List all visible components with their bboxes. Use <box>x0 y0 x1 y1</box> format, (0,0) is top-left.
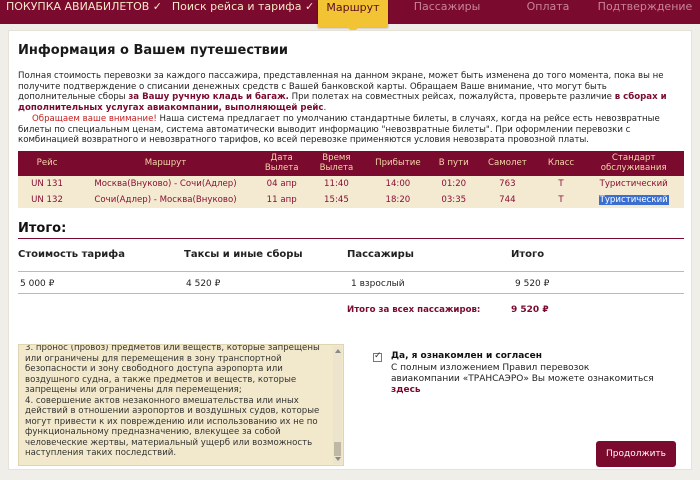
step-payment[interactable]: Оплата <box>506 0 590 24</box>
summary-passengers-header: Пассажиры <box>347 249 414 260</box>
flight-arrival: 14:00 <box>385 179 411 189</box>
flight-number: UN 131 <box>31 179 63 189</box>
flight-date: 11 апр <box>266 195 297 205</box>
col-date: Дата Вылета <box>264 153 299 173</box>
scroll-down-icon[interactable] <box>335 457 341 461</box>
summary-title: Итого: <box>18 221 67 236</box>
grand-total-label: Итого за всех пассажиров: <box>347 305 481 315</box>
agree-text-body: С полным изложением Правил перевозок ави… <box>391 363 654 384</box>
divider <box>18 293 684 294</box>
agree-text: С полным изложением Правил перевозок ави… <box>391 363 661 396</box>
summary-taxes-header: Таксы и иные сборы <box>184 249 303 260</box>
flight-route: Сочи(Адлер) - Москва(Внуково) <box>94 195 237 205</box>
scroll-thumb[interactable] <box>334 442 341 456</box>
rules-link[interactable]: здесь <box>391 385 421 395</box>
step-passengers[interactable]: Пассажиры <box>388 0 506 24</box>
col-service: Стандарт обслуживания <box>600 153 667 173</box>
carriage-rules-box[interactable]: 3. пронос (провоз) предметов или веществ… <box>18 344 344 466</box>
col-route: Маршрут <box>144 157 187 168</box>
col-arrival: Прибытие <box>375 157 421 168</box>
step-label: Маршрут <box>326 1 380 14</box>
flights-table: Рейс Маршрут Дата Вылета Время Вылета Пр… <box>18 151 684 208</box>
flight-number: UN 132 <box>31 195 63 205</box>
col-aircraft: Самолет <box>487 157 527 168</box>
flight-service: Туристический <box>583 192 684 208</box>
flight-time: 11:40 <box>324 179 349 189</box>
divider <box>18 238 684 239</box>
summary-total-value: 9 520 ₽ <box>515 279 550 289</box>
col-flight: Рейс <box>36 157 58 168</box>
page-title: Информация о Вашем путешествии <box>18 43 289 58</box>
flight-class: T <box>558 195 564 205</box>
scroll-up-icon[interactable] <box>335 349 341 353</box>
grand-total-value: 9 520 ₽ <box>511 305 549 315</box>
step-label: Поиск рейса и тарифа <box>171 0 302 13</box>
col-time: Время Вылета <box>319 153 354 173</box>
booking-steps-bar: ПОКУПКА АВИАБИЛЕТОВ ✓ Поиск рейса и тари… <box>0 0 700 33</box>
summary-taxes-value: 4 520 ₽ <box>186 279 221 289</box>
flight-class: T <box>558 179 564 189</box>
summary-fare-header: Стоимость тарифа <box>18 249 125 260</box>
divider <box>18 271 684 272</box>
step-search[interactable]: Поиск рейса и тарифа ✓ <box>168 0 318 24</box>
flight-aircraft: 744 <box>499 195 516 205</box>
desc-text: . <box>323 103 327 114</box>
step-label: Подтверждение <box>597 0 693 13</box>
desc-highlight: за Вашу ручную кладь и багаж. <box>128 92 289 103</box>
flight-date: 04 апр <box>266 179 297 189</box>
flight-time: 15:45 <box>324 195 349 205</box>
check-icon: ✓ <box>152 0 162 13</box>
desc-text: При полетах на совместных рейсах, пожалу… <box>288 92 615 103</box>
check-icon: ✓ <box>304 0 315 13</box>
flight-duration: 03:35 <box>441 195 467 205</box>
step-purchase[interactable]: ПОКУПКА АВИАБИЛЕТОВ ✓ <box>0 0 168 24</box>
carriage-rules-text: 3. пронос (провоз) предметов или веществ… <box>25 344 320 458</box>
flight-row[interactable]: UN 132 Сочи(Адлер) - Москва(Внуково) 11 … <box>18 192 684 208</box>
summary-passengers-value: 1 взрослый <box>351 279 405 289</box>
step-label: Пассажиры <box>413 0 481 13</box>
col-class: Класс <box>547 157 575 168</box>
flight-row[interactable]: UN 131 Москва(Внуково) - Сочи(Адлер) 04 … <box>18 176 684 192</box>
agree-checkbox[interactable] <box>373 351 382 362</box>
continue-button[interactable]: Продолжить <box>596 441 676 467</box>
flight-arrival: 18:20 <box>385 195 411 205</box>
step-route[interactable]: Маршрут <box>318 0 388 33</box>
main-panel: Информация о Вашем путешествии Полная ст… <box>8 30 692 470</box>
warning-text: Обращаем ваше внимание! <box>32 113 157 124</box>
agree-title[interactable]: Да, я ознакомлен и согласен <box>391 351 542 361</box>
rules-scrollbar[interactable] <box>333 346 342 464</box>
summary-fare-value: 5 000 ₽ <box>20 279 55 289</box>
step-confirmation[interactable]: Подтверждение <box>590 0 700 24</box>
fare-description: Полная стоимость перевозки за каждого па… <box>18 71 678 146</box>
flight-service: Туристический <box>599 179 668 189</box>
flight-aircraft: 763 <box>499 179 516 189</box>
selected-service-text: Туристический <box>598 195 669 205</box>
flights-header-row: Рейс Маршрут Дата Вылета Время Вылета Пр… <box>18 151 684 176</box>
step-label: Оплата <box>526 0 570 13</box>
flight-route: Москва(Внуково) - Сочи(Адлер) <box>94 179 237 189</box>
summary-total-header: Итого <box>511 249 545 260</box>
step-label: ПОКУПКА АВИАБИЛЕТОВ <box>5 0 150 13</box>
col-duration: В пути <box>438 157 469 168</box>
flight-duration: 01:20 <box>441 179 467 189</box>
